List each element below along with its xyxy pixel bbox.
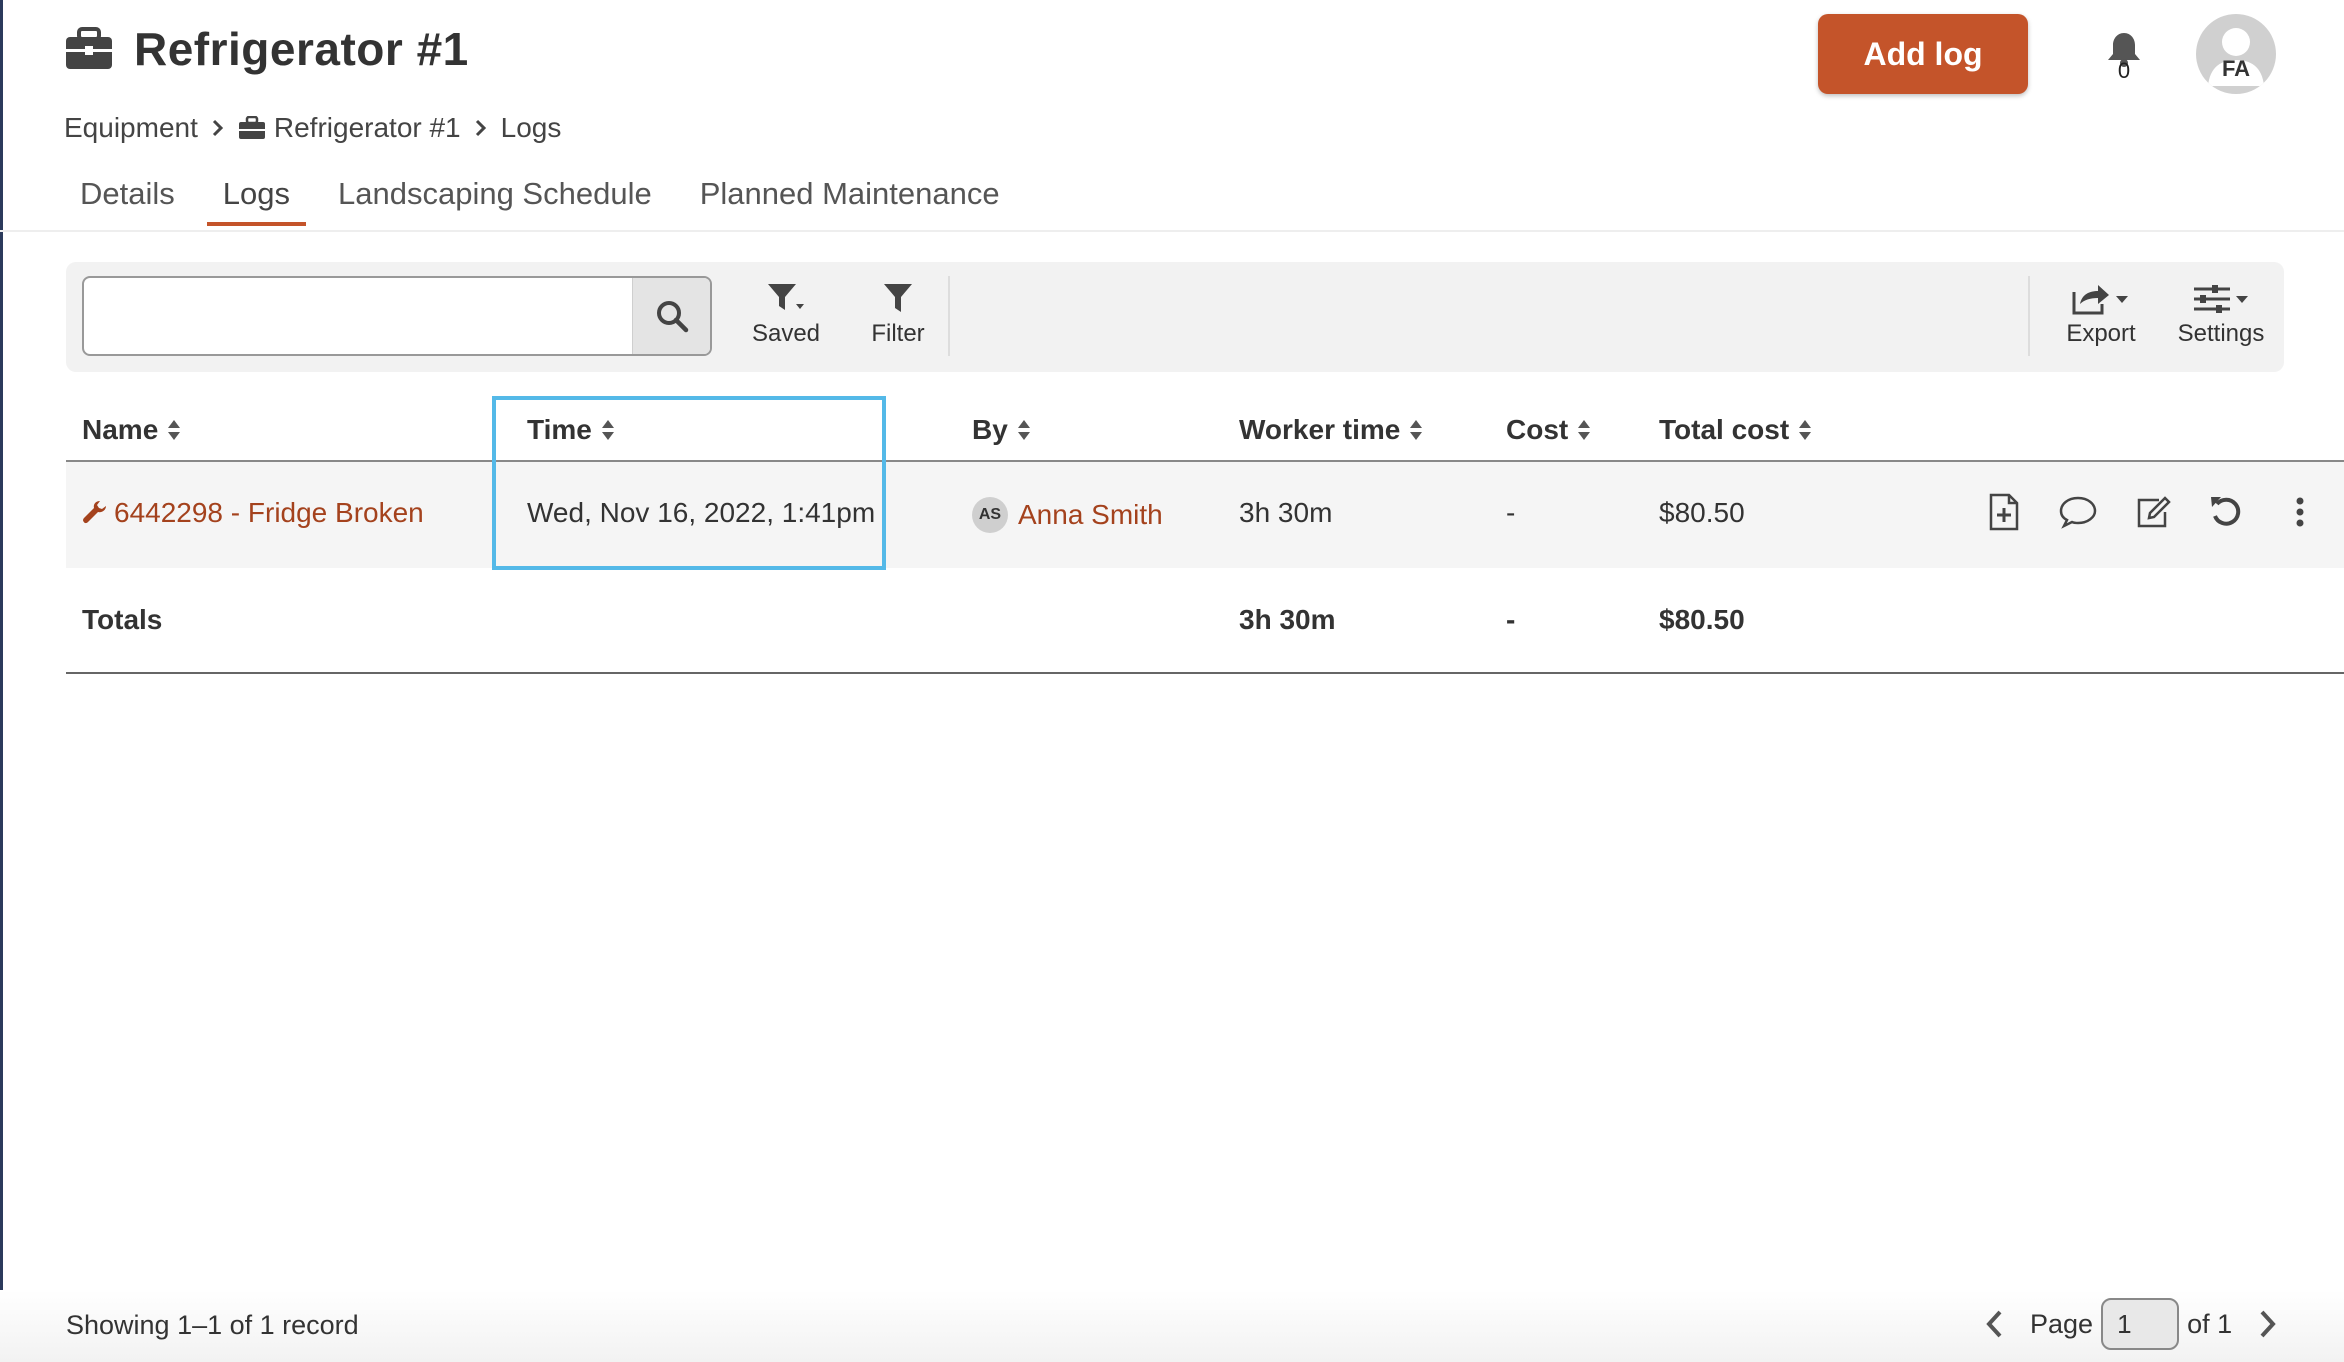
column-label: Worker time <box>1239 414 1401 445</box>
settings-label: Settings <box>2177 320 2265 347</box>
add-file-button[interactable] <box>1984 492 2024 532</box>
window-edge <box>0 0 3 1362</box>
column-header-total-cost[interactable]: Total cost <box>1659 414 1813 446</box>
chevron-right-icon <box>212 119 223 137</box>
worker-link[interactable]: Anna Smith <box>1018 499 1163 531</box>
chevron-right-icon <box>475 119 486 137</box>
toolbar: Saved Filter Export Settings <box>66 262 2284 372</box>
settings-button[interactable]: Settings <box>2166 282 2276 348</box>
record-count: Showing 1–1 of 1 record <box>66 1310 359 1340</box>
tab-landscaping-schedule[interactable]: Landscaping Schedule <box>322 170 668 226</box>
sliders-icon <box>2194 285 2248 313</box>
sort-icon <box>1578 420 1591 440</box>
tabs-divider <box>0 230 2344 232</box>
saved-filter-icon <box>768 284 804 310</box>
breadcrumb: Equipment Refrigerator #1 Logs <box>64 112 561 144</box>
export-icon <box>2072 285 2128 315</box>
pagination: Page 1 of 1 <box>1980 1298 2282 1350</box>
search-box <box>82 276 712 356</box>
tab-details[interactable]: Details <box>64 170 191 226</box>
sort-icon <box>1410 420 1423 440</box>
totals-divider <box>66 672 2344 674</box>
sort-icon <box>168 420 181 440</box>
sort-icon <box>1799 420 1812 440</box>
column-label: Total cost <box>1659 414 1790 445</box>
totals-worker-time: 3h 30m <box>1239 604 1336 635</box>
edit-icon <box>2137 496 2171 528</box>
user-silhouette-icon <box>2208 28 2264 86</box>
filter-icon <box>884 284 912 312</box>
export-label: Export <box>2066 320 2136 347</box>
page-number-input[interactable]: 1 <box>2101 1298 2180 1350</box>
row-by-cell: AS Anna Smith <box>972 497 1163 533</box>
column-label: Cost <box>1506 414 1569 445</box>
more-options-button[interactable] <box>2280 492 2320 532</box>
page-header: Refrigerator #1 <box>64 22 469 76</box>
totals-cost: - <box>1506 604 1516 635</box>
row-worker-time-cell: 3h 30m <box>1239 497 1333 528</box>
toolbar-divider <box>948 276 950 356</box>
breadcrumb-equipment[interactable]: Equipment <box>64 112 198 144</box>
saved-filters-button[interactable]: Saved <box>736 282 836 348</box>
wrench-icon <box>83 501 106 524</box>
breadcrumb-refrigerator[interactable]: Refrigerator #1 <box>274 112 461 144</box>
comment-icon <box>2059 496 2097 529</box>
log-name-link[interactable]: 6442298 - Fridge Broken <box>114 497 424 529</box>
totals-label: Totals <box>82 604 163 635</box>
saved-label: Saved <box>751 320 821 347</box>
column-header-worker-time[interactable]: Worker time <box>1239 414 1424 446</box>
page-label: Page <box>2030 1308 2094 1339</box>
export-button[interactable]: Export <box>2046 282 2156 348</box>
user-avatar[interactable]: FA <box>2196 14 2276 94</box>
edit-button[interactable] <box>2134 492 2174 532</box>
breadcrumb-logs: Logs <box>500 112 562 143</box>
row-cost-cell: - <box>1506 497 1516 528</box>
column-header-name[interactable]: Name <box>82 414 182 446</box>
chevron-right-icon[interactable] <box>2252 1304 2282 1344</box>
row-total-cost-cell: $80.50 <box>1659 497 1745 528</box>
sort-icon <box>1017 420 1030 440</box>
add-log-button[interactable]: Add log <box>1818 14 2028 94</box>
row-name-cell[interactable]: 6442298 - Fridge Broken <box>82 497 424 529</box>
totals-total-cost: $80.50 <box>1659 604 1745 635</box>
briefcase-icon <box>238 116 265 139</box>
user-initials: FA <box>2221 56 2251 81</box>
undo-icon <box>2211 497 2241 526</box>
search-button[interactable] <box>632 278 710 354</box>
undo-button[interactable] <box>2206 492 2246 532</box>
comment-button[interactable] <box>2058 492 2098 532</box>
user-initials-avatar: AS <box>972 497 1008 533</box>
column-label: Name <box>82 414 159 445</box>
tab-bar: Details Logs Landscaping Schedule Planne… <box>64 170 1032 226</box>
column-header-cost[interactable]: Cost <box>1506 414 1592 446</box>
page-title: Refrigerator #1 <box>134 23 469 75</box>
filter-label: Filter <box>871 320 925 347</box>
filter-button[interactable]: Filter <box>848 282 948 348</box>
column-header-by[interactable]: By <box>972 414 1032 446</box>
search-input[interactable] <box>84 278 632 354</box>
search-icon <box>656 301 688 333</box>
file-plus-icon <box>1989 493 2019 531</box>
more-vertical-icon <box>2296 497 2304 527</box>
tab-logs[interactable]: Logs <box>206 170 307 226</box>
column-label: By <box>972 414 1008 445</box>
toolbar-divider <box>2028 276 2030 356</box>
briefcase-icon <box>66 27 112 69</box>
notification-count: 0 <box>2117 58 2131 83</box>
chevron-left-icon[interactable] <box>1980 1304 2010 1344</box>
tab-planned-maintenance[interactable]: Planned Maintenance <box>684 170 1016 226</box>
page-total: of 1 <box>2187 1308 2233 1339</box>
time-column-highlight <box>492 396 886 570</box>
